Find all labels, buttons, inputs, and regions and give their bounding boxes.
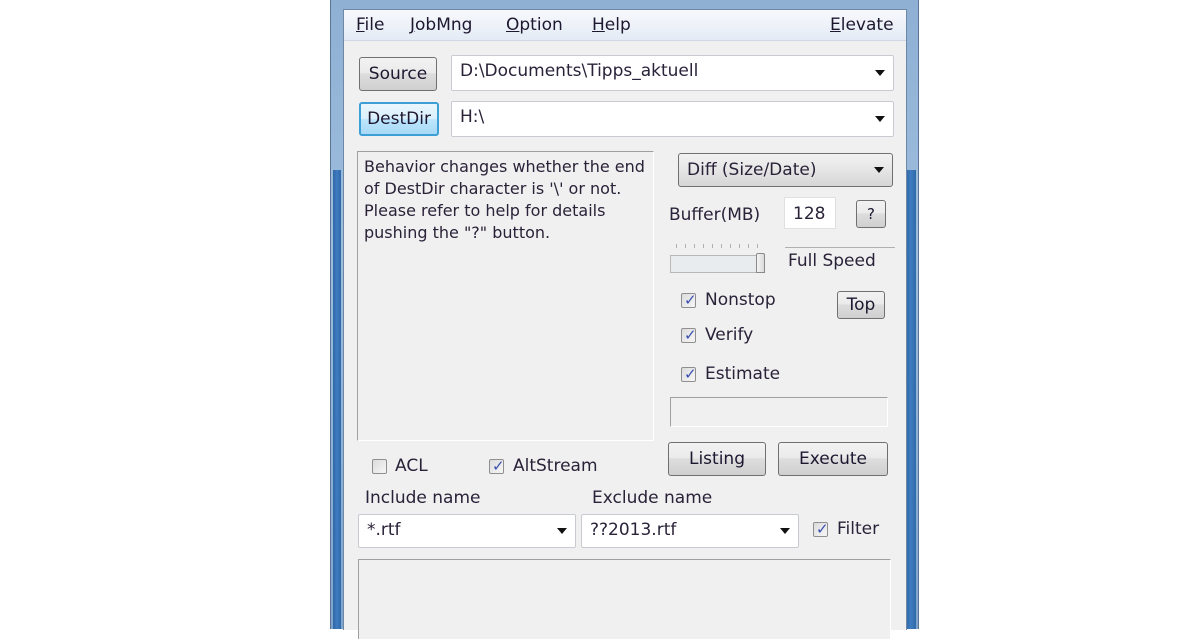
- check-icon: ✓: [492, 457, 505, 475]
- app-window-frame: File JobMng Option Help Elevate Source D…: [330, 0, 919, 639]
- speed-slider-track[interactable]: [670, 255, 765, 273]
- speed-label: Full Speed: [788, 251, 876, 271]
- buffer-label: Buffer(MB): [669, 205, 761, 225]
- filter-checkbox[interactable]: ✓: [813, 520, 829, 538]
- check-icon: ✓: [684, 326, 697, 344]
- nonstop-label: Nonstop: [705, 290, 776, 310]
- menu-file-label: ile: [364, 15, 385, 35]
- menu-file-accelerator: F: [356, 15, 365, 35]
- menu-help-label: elp: [604, 15, 631, 35]
- check-icon: ✓: [816, 520, 829, 538]
- verify-label: Verify: [705, 325, 754, 345]
- source-button[interactable]: Source: [359, 57, 437, 91]
- exclude-name-combo[interactable]: ??2013.rtf: [581, 514, 799, 548]
- estimate-label: Estimate: [705, 364, 781, 384]
- menu-elevate-accelerator: E: [830, 15, 841, 35]
- speed-slider-ticks: [676, 244, 766, 248]
- speed-slider-thumb[interactable]: [756, 253, 765, 273]
- top-button[interactable]: Top: [837, 291, 885, 319]
- menu-help[interactable]: Help: [592, 15, 631, 35]
- execute-button[interactable]: Execute: [778, 442, 888, 476]
- estimate-checkbox[interactable]: ✓: [681, 365, 697, 383]
- menu-bar: File JobMng Option Help Elevate: [344, 10, 906, 41]
- menu-option-label: ption: [519, 15, 563, 35]
- help-question-button[interactable]: ?: [856, 200, 886, 228]
- check-icon: ✓: [684, 365, 697, 383]
- message-panel: Behavior changes whether the end of Dest…: [357, 151, 654, 441]
- acl-label: ACL: [395, 456, 428, 476]
- altstream-checkbox[interactable]: ✓: [489, 457, 505, 475]
- menu-option[interactable]: Option: [506, 15, 563, 35]
- menu-option-accelerator: O: [506, 15, 520, 35]
- chevron-down-icon[interactable]: [875, 116, 885, 122]
- dest-path-value: H:\: [460, 107, 485, 127]
- listing-button[interactable]: Listing: [668, 442, 766, 476]
- filter-label: Filter: [837, 519, 880, 539]
- destdir-button[interactable]: DestDir: [359, 102, 439, 136]
- chevron-down-icon[interactable]: [875, 70, 885, 76]
- speed-label-box: Full Speed: [785, 247, 895, 273]
- chevron-down-icon[interactable]: [557, 528, 567, 534]
- source-path-value: D:\Documents\Tipps_aktuell: [460, 61, 699, 81]
- help-message: Behavior changes whether the end of Dest…: [364, 157, 645, 242]
- exclude-name-label: Exclude name: [592, 488, 713, 508]
- altstream-label: AltStream: [513, 456, 598, 476]
- copy-mode-select[interactable]: Diff (Size/Date): [678, 153, 893, 187]
- source-path-combo[interactable]: D:\Documents\Tipps_aktuell: [451, 55, 894, 91]
- verify-checkbox[interactable]: ✓: [681, 326, 697, 344]
- chevron-down-icon: [874, 167, 884, 173]
- status-box: [670, 397, 888, 427]
- menu-jobmng[interactable]: JobMng: [410, 15, 472, 35]
- menu-elevate-label: levate: [840, 15, 894, 35]
- menu-file[interactable]: File: [356, 15, 384, 35]
- nonstop-checkbox[interactable]: ✓: [681, 291, 697, 309]
- chevron-down-icon[interactable]: [780, 528, 790, 534]
- buffer-input[interactable]: 128: [784, 197, 836, 229]
- copy-mode-value: Diff (Size/Date): [687, 160, 817, 180]
- menu-jobmng-label: obMng: [415, 15, 473, 35]
- include-name-label: Include name: [365, 488, 481, 508]
- check-icon: ✓: [684, 291, 697, 309]
- app-window: File JobMng Option Help Elevate Source D…: [343, 9, 907, 639]
- include-name-combo[interactable]: *.rtf: [358, 514, 576, 548]
- exclude-name-value: ??2013.rtf: [590, 520, 677, 540]
- menu-elevate[interactable]: Elevate: [830, 15, 894, 35]
- log-output-area[interactable]: [358, 559, 891, 639]
- menu-help-accelerator: H: [592, 15, 605, 35]
- include-name-value: *.rtf: [367, 520, 401, 540]
- acl-checkbox[interactable]: [372, 459, 387, 474]
- dest-path-combo[interactable]: H:\: [451, 101, 894, 137]
